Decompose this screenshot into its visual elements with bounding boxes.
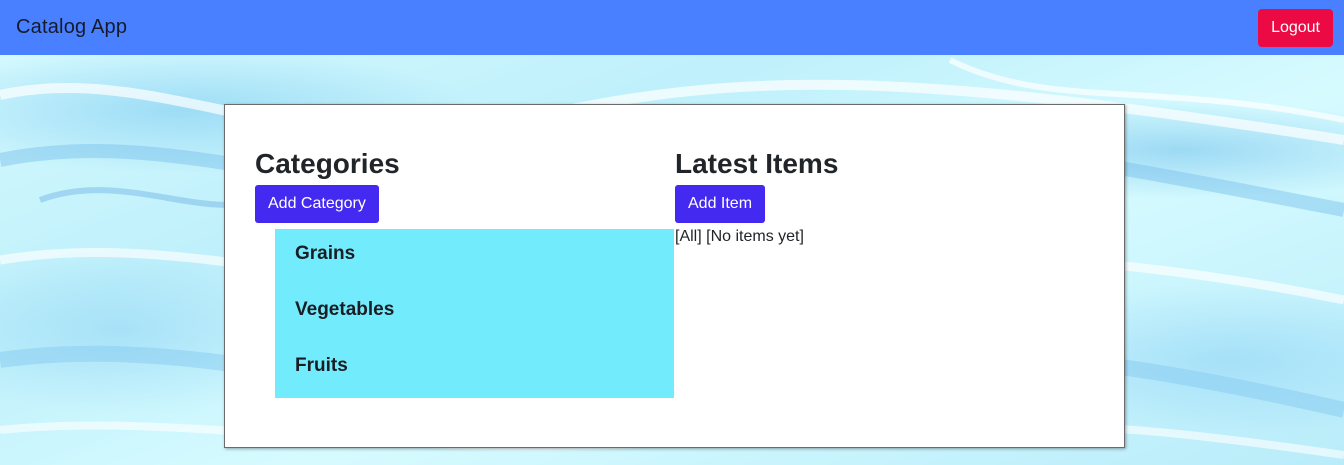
add-item-button[interactable]: Add Item bbox=[675, 185, 766, 223]
navbar: Catalog App Logout bbox=[0, 0, 1344, 55]
latest-items-section: Latest Items Add Item [All] [No items ye… bbox=[675, 147, 1095, 246]
category-item-vegetables[interactable]: Vegetables bbox=[275, 293, 674, 349]
category-item-fruits[interactable]: Fruits bbox=[275, 349, 674, 405]
brand-title[interactable]: Catalog App bbox=[16, 16, 127, 39]
items-status-text: [All] [No items yet] bbox=[675, 228, 804, 245]
logout-button[interactable]: Logout bbox=[1258, 8, 1333, 47]
categories-section: Categories Add Category Grains Vegetable… bbox=[255, 147, 675, 398]
add-category-button[interactable]: Add Category bbox=[255, 185, 379, 223]
category-list: Grains Vegetables Fruits bbox=[275, 229, 674, 398]
main-card: Categories Add Category Grains Vegetable… bbox=[224, 104, 1125, 448]
categories-heading: Categories bbox=[255, 148, 400, 179]
category-item-grains[interactable]: Grains bbox=[275, 237, 674, 293]
latest-items-heading: Latest Items bbox=[675, 148, 839, 179]
